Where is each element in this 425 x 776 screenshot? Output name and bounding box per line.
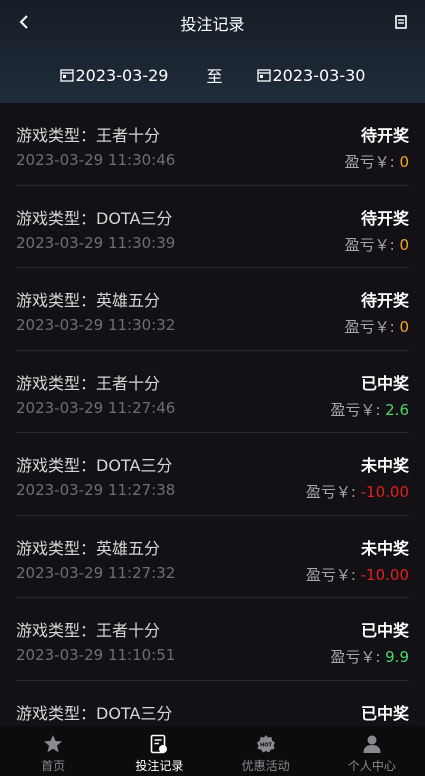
pnl: 盈亏￥: 0 [345,151,409,172]
game-type: 游戏类型：DOTA三分 [16,703,173,723]
tab-profile[interactable]: 个人中心 [319,726,425,776]
game-type: 游戏类型：王者十分 [16,373,161,393]
tab-label: 优惠活动 [241,759,290,773]
date-to-picker[interactable]: 2023-03-30 [256,65,366,85]
game-type: 游戏类型：DOTA三分 [16,456,173,475]
pnl-label: 盈亏￥: [305,565,361,584]
pnl-label: 盈亏￥: [330,400,386,419]
pnl: 盈亏￥: -10.00 [306,481,409,502]
pnl-value: -10.00 [360,565,409,584]
pnl-value: 2.6 [385,400,409,419]
hot-badge-icon: HOT [255,733,277,755]
record-row[interactable]: 游戏类型：王者十分 2023-03-29 11:27:46 已中奖 盈亏￥: 2… [16,351,409,433]
tab-bet-records[interactable]: 投注记录 [106,726,212,776]
record-row[interactable]: 游戏类型：DOTA三分 已中奖 [16,681,409,727]
pnl-value: 9.9 [385,648,409,666]
page-title: 投注记录 [180,15,245,34]
record-row[interactable]: 游戏类型：王者十分 2023-03-29 11:30:46 待开奖 盈亏￥: 0 [16,103,409,186]
pnl-value: -10.00 [360,483,409,501]
record-row[interactable]: 游戏类型：英雄五分 2023-03-29 11:27:32 未中奖 盈亏￥: -… [16,516,409,598]
bet-time: 2023-03-29 11:30:39 [16,233,176,252]
game-type: 游戏类型：王者十分 [16,126,161,145]
date-range: 2023-03-29 至 2023-03-30 [0,60,425,90]
record-row[interactable]: 游戏类型：DOTA三分 2023-03-29 11:30:39 待开奖 盈亏￥:… [16,186,409,268]
top-bar: 投注记录 [0,0,425,44]
document-icon [395,15,407,29]
pnl-value: 0 [399,235,409,254]
status-label: 待开奖 [360,291,409,310]
calendar-icon [59,69,74,82]
status-label: 已中奖 [360,621,409,640]
tab-home[interactable]: 首页 [0,726,106,776]
tab-bar: 首页 投注记录 HOT 优惠活动 个人中心 [0,726,425,776]
game-type: 游戏类型：DOTA三分 [16,208,173,228]
pnl-label: 盈亏￥: [330,648,386,666]
record-row[interactable]: 游戏类型：英雄五分 2023-03-29 11:30:32 待开奖 盈亏￥: 0 [16,268,409,351]
date-from-value: 2023-03-29 [75,65,169,85]
status-label: 待开奖 [360,208,409,228]
pnl-label: 盈亏￥: [344,153,400,171]
date-to-value: 2023-03-30 [272,65,366,85]
pnl-value: 0 [399,318,409,336]
star-icon [42,733,64,755]
user-icon [361,733,383,755]
bet-time: 2023-03-29 11:30:32 [16,316,176,334]
status-label: 待开奖 [360,126,409,145]
pnl-value: 0 [399,153,409,171]
status-label: 已中奖 [360,373,409,393]
tab-label: 投注记录 [135,759,184,773]
date-from-picker[interactable]: 2023-03-29 [59,65,169,85]
pnl: 盈亏￥: 0 [345,316,409,337]
bet-record-list[interactable]: 游戏类型：王者十分 2023-03-29 11:30:46 待开奖 盈亏￥: 0… [0,103,425,726]
status-label: 未中奖 [360,456,409,475]
bet-time: 2023-03-29 11:27:46 [16,398,176,417]
bet-record-icon [148,733,170,755]
bet-time: 2023-03-29 11:10:51 [16,646,176,664]
pnl: 盈亏￥: 2.6 [330,399,409,420]
game-type: 游戏类型：英雄五分 [16,291,161,310]
pnl-label: 盈亏￥: [344,318,400,336]
document-button[interactable] [393,14,409,30]
tab-label: 个人中心 [347,759,396,773]
pnl: 盈亏￥: 0 [345,234,409,255]
tab-label: 首页 [41,759,66,773]
bet-time: 2023-03-29 11:27:38 [16,481,176,499]
tab-promotions[interactable]: HOT 优惠活动 [213,726,319,776]
status-label: 未中奖 [360,538,409,558]
pnl: 盈亏￥: 9.9 [330,646,409,667]
record-row[interactable]: 游戏类型：王者十分 2023-03-29 11:10:51 已中奖 盈亏￥: 9… [16,598,409,681]
pnl-label: 盈亏￥: [344,235,400,254]
pnl: 盈亏￥: -10.00 [306,564,409,585]
bet-time: 2023-03-29 11:30:46 [16,151,176,169]
game-type: 游戏类型：英雄五分 [16,538,161,558]
svg-text:HOT: HOT [260,743,272,749]
game-type: 游戏类型：王者十分 [16,621,161,640]
bet-time: 2023-03-29 11:27:32 [16,563,176,582]
record-row[interactable]: 游戏类型：DOTA三分 2023-03-29 11:27:38 未中奖 盈亏￥:… [16,433,409,516]
header: 投注记录 2023-03-29 至 2023-03-30 [0,0,425,103]
status-label: 已中奖 [360,703,409,723]
pnl-label: 盈亏￥: [305,483,361,501]
date-separator: 至 [206,67,223,86]
calendar-icon [256,69,271,82]
